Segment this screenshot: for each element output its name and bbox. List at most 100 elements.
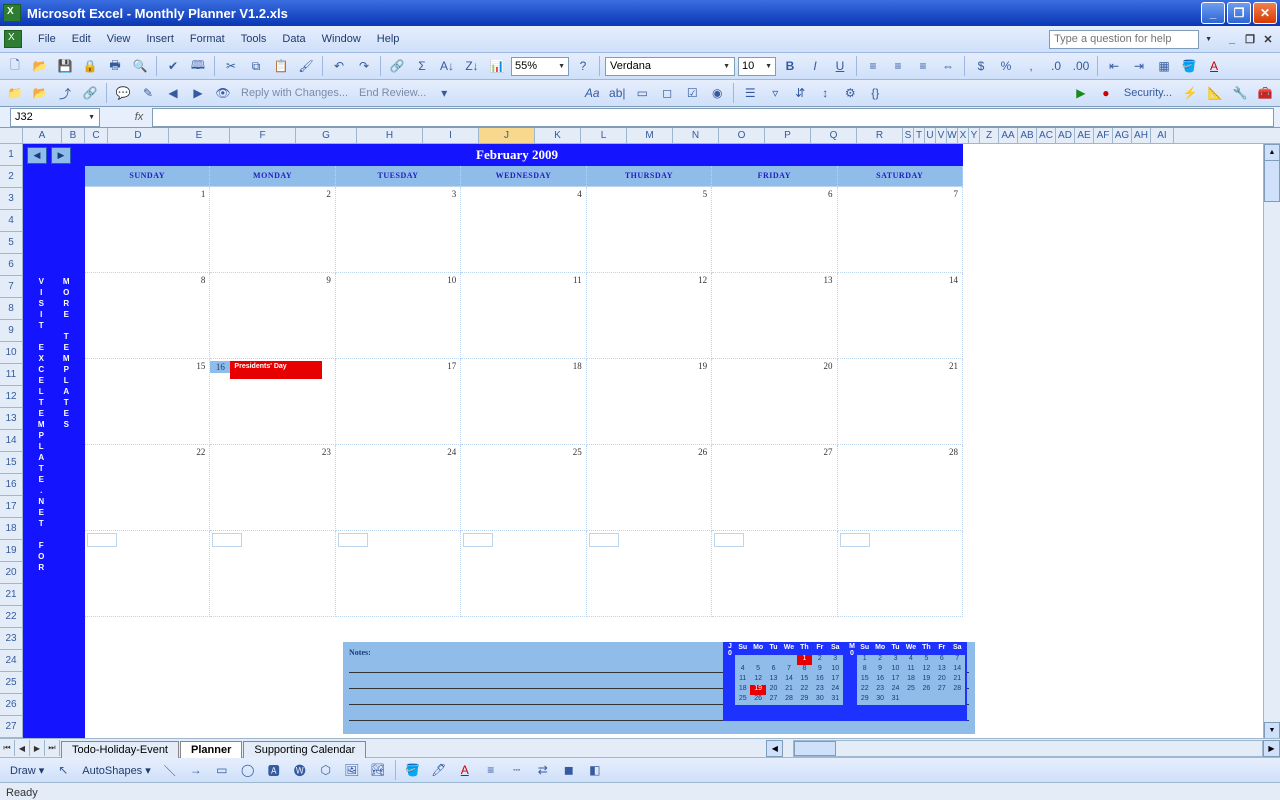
tab-first-icon[interactable]: ⏮ bbox=[0, 740, 15, 756]
merge-center-icon[interactable]: ⇔ bbox=[937, 55, 959, 77]
scrollbar-icon[interactable]: ⇵ bbox=[789, 82, 811, 104]
menu-help[interactable]: Help bbox=[369, 31, 408, 47]
calendar-day[interactable]: 3 bbox=[336, 187, 461, 273]
hscroll-left-icon[interactable]: ◀ bbox=[766, 740, 783, 757]
calendar-day[interactable]: 8 bbox=[85, 273, 210, 359]
col-header[interactable]: X bbox=[958, 128, 969, 143]
tab-prev-icon[interactable]: ◀ bbox=[15, 740, 30, 756]
oval-icon[interactable]: ◯ bbox=[237, 759, 259, 781]
col-header[interactable]: AD bbox=[1056, 128, 1075, 143]
row-header[interactable]: 9 bbox=[0, 320, 22, 342]
macro-record-icon[interactable]: ● bbox=[1095, 82, 1117, 104]
combo-box-icon[interactable]: ▿ bbox=[764, 82, 786, 104]
calendar-day[interactable]: 13 bbox=[712, 273, 837, 359]
prev-icon[interactable]: ◀ bbox=[162, 82, 184, 104]
design-mode-icon[interactable]: 📐 bbox=[1204, 82, 1226, 104]
row-header[interactable]: 25 bbox=[0, 672, 22, 694]
col-header[interactable]: P bbox=[765, 128, 811, 143]
horizontal-scrollbar[interactable] bbox=[793, 740, 1263, 757]
calendar-day[interactable]: 12 bbox=[587, 273, 712, 359]
col-header[interactable]: Q bbox=[811, 128, 857, 143]
row-header[interactable]: 10 bbox=[0, 342, 22, 364]
calendar-day[interactable]: 28 bbox=[838, 445, 963, 531]
toolbar-options-icon[interactable]: ▾ bbox=[433, 82, 455, 104]
autosum-icon[interactable]: Σ bbox=[411, 55, 433, 77]
redo-icon[interactable]: ↷ bbox=[353, 55, 375, 77]
row-header[interactable]: 14 bbox=[0, 430, 22, 452]
calendar-day[interactable] bbox=[336, 531, 461, 617]
calendar-day[interactable]: 27 bbox=[712, 445, 837, 531]
row-header[interactable]: 19 bbox=[0, 540, 22, 562]
scroll-thumb[interactable] bbox=[1264, 160, 1280, 202]
hscroll-right-icon[interactable]: ▶ bbox=[1263, 740, 1280, 757]
doc-close-button[interactable]: ✕ bbox=[1260, 32, 1276, 46]
row-header[interactable]: 20 bbox=[0, 562, 22, 584]
folder-up-icon[interactable]: ⤴ bbox=[54, 82, 76, 104]
calendar-day[interactable]: 11 bbox=[461, 273, 586, 359]
calendar-day[interactable]: 5 bbox=[587, 187, 712, 273]
col-header[interactable]: AC bbox=[1037, 128, 1056, 143]
increase-indent-icon[interactable]: ⇥ bbox=[1128, 55, 1150, 77]
menu-insert[interactable]: Insert bbox=[138, 31, 182, 47]
decrease-decimal-icon[interactable]: .00 bbox=[1070, 55, 1092, 77]
decrease-indent-icon[interactable]: ⇤ bbox=[1103, 55, 1125, 77]
next-icon[interactable]: ▶ bbox=[187, 82, 209, 104]
calendar-day[interactable]: 25 bbox=[461, 445, 586, 531]
doc-restore-button[interactable]: ❐ bbox=[1242, 32, 1258, 46]
paste-icon[interactable]: 📋 bbox=[270, 55, 292, 77]
col-header[interactable]: D bbox=[108, 128, 169, 143]
increase-decimal-icon[interactable]: .0 bbox=[1045, 55, 1067, 77]
undo-icon[interactable]: ↶ bbox=[328, 55, 350, 77]
calendar-event[interactable]: Presidents' Day bbox=[230, 361, 322, 379]
label-icon[interactable]: Aa bbox=[581, 82, 603, 104]
underline-button[interactable]: U bbox=[829, 55, 851, 77]
sheet-tab[interactable]: Planner bbox=[180, 741, 242, 758]
font-size-select[interactable]: 10▼ bbox=[738, 57, 776, 76]
col-header[interactable]: H bbox=[357, 128, 423, 143]
diagram-icon[interactable]: ⬡ bbox=[315, 759, 337, 781]
row-header[interactable]: 17 bbox=[0, 496, 22, 518]
calendar-day[interactable]: 19 bbox=[587, 359, 712, 445]
next-month-button[interactable]: ▶ bbox=[51, 147, 71, 164]
copy-icon[interactable]: ⧉ bbox=[245, 55, 267, 77]
excel-small-icon[interactable] bbox=[4, 30, 22, 48]
col-header[interactable]: M bbox=[627, 128, 673, 143]
calendar-day[interactable] bbox=[712, 531, 837, 617]
menu-view[interactable]: View bbox=[99, 31, 139, 47]
checkbox-icon[interactable]: ☑ bbox=[681, 82, 703, 104]
col-header[interactable]: L bbox=[581, 128, 627, 143]
calendar-day[interactable]: 20 bbox=[712, 359, 837, 445]
arrow-style-icon[interactable]: ⇄ bbox=[532, 759, 554, 781]
calendar-day[interactable]: 22 bbox=[85, 445, 210, 531]
fill-color-icon[interactable]: 🪣 bbox=[1178, 55, 1200, 77]
calendar-day[interactable] bbox=[85, 531, 210, 617]
toolbox-icon[interactable]: 🧰 bbox=[1254, 82, 1276, 104]
code-icon[interactable]: {} bbox=[864, 82, 886, 104]
help-dropdown-icon[interactable]: ▼ bbox=[1205, 36, 1212, 43]
arrow-icon[interactable]: → bbox=[185, 759, 207, 781]
col-header[interactable]: Y bbox=[969, 128, 980, 143]
row-header[interactable]: 16 bbox=[0, 474, 22, 496]
edit-comment-icon[interactable]: ✎ bbox=[137, 82, 159, 104]
fill-color-draw-icon[interactable]: 🪣 bbox=[402, 759, 424, 781]
print-preview-icon[interactable]: 🔍 bbox=[129, 55, 151, 77]
col-header[interactable]: B bbox=[62, 128, 85, 143]
calendar-day[interactable]: 7 bbox=[838, 187, 963, 273]
wordart-icon[interactable]: 🅦 bbox=[289, 759, 311, 781]
col-header[interactable]: J bbox=[479, 128, 535, 143]
borders-icon[interactable]: ▦ bbox=[1153, 55, 1175, 77]
folder-icon[interactable]: 📂 bbox=[29, 82, 51, 104]
calendar-day[interactable] bbox=[587, 531, 712, 617]
shadow-icon[interactable]: ◼ bbox=[558, 759, 580, 781]
col-header[interactable]: T bbox=[914, 128, 925, 143]
calendar-day[interactable]: 2 bbox=[210, 187, 335, 273]
security-button[interactable]: Security... bbox=[1120, 87, 1176, 99]
row-header[interactable]: 7 bbox=[0, 276, 22, 298]
clipart-icon[interactable]: 🖼 bbox=[341, 759, 363, 781]
percent-icon[interactable]: % bbox=[995, 55, 1017, 77]
row-header[interactable]: 26 bbox=[0, 694, 22, 716]
scroll-down-icon[interactable]: ▼ bbox=[1264, 722, 1280, 738]
vba-icon[interactable]: ⚡ bbox=[1179, 82, 1201, 104]
calendar-day[interactable]: 6 bbox=[712, 187, 837, 273]
row-header[interactable]: 2 bbox=[0, 166, 22, 188]
